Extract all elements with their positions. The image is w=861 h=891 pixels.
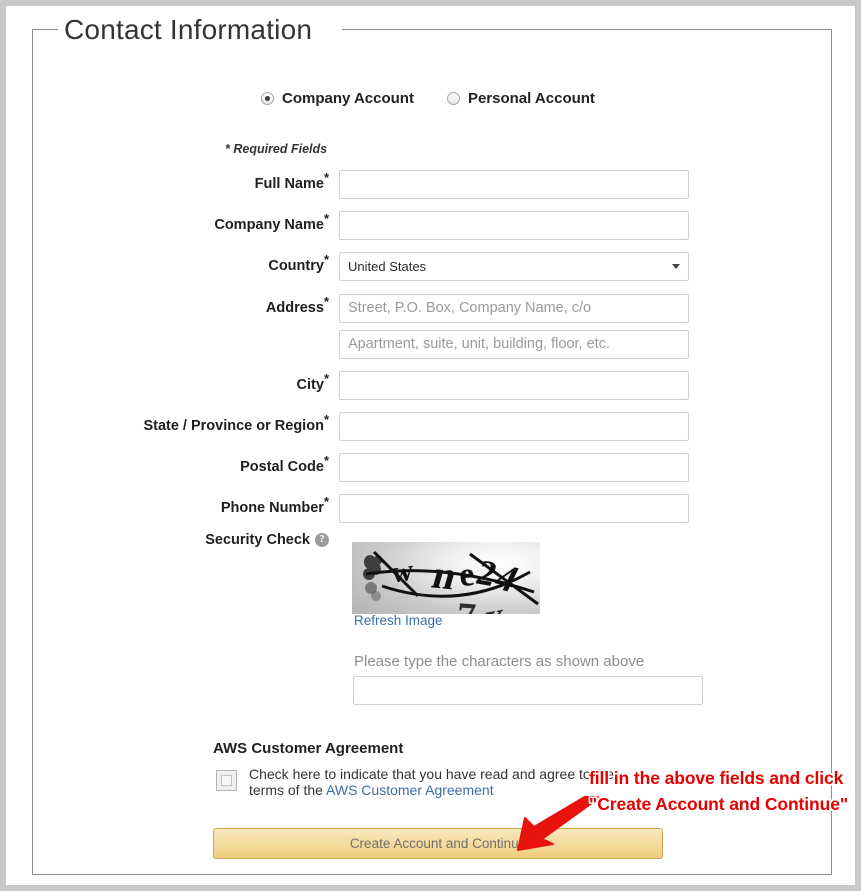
required-fields-note: * Required Fields [225, 142, 328, 156]
field-label-text: Address [265, 300, 324, 316]
field-label: Company Name* [6, 212, 339, 233]
security-check-label-text: Security Check [205, 532, 310, 548]
field-label-text: Phone Number [220, 500, 324, 516]
field-label: Country* [6, 253, 339, 274]
account-type-option-1[interactable]: Personal Account [446, 90, 595, 107]
field-input[interactable] [339, 293, 689, 323]
field-label: Address* [6, 295, 339, 316]
radio-button-icon[interactable] [446, 92, 460, 105]
field-input[interactable] [339, 411, 689, 441]
svg-text:7: 7 [455, 595, 477, 614]
captcha-distorted-text: w n e 2 4 7 x [363, 550, 539, 614]
form-row [6, 329, 706, 359]
form-row: City* [6, 370, 706, 400]
field-label-text: Full Name [254, 176, 324, 192]
account-type-label: Personal Account [467, 90, 595, 107]
field-input[interactable] [339, 370, 689, 400]
captcha-image: w n e 2 4 7 x [352, 542, 540, 614]
aws-customer-agreement-link[interactable]: AWS Customer Agreement [326, 782, 494, 798]
required-marker: * [323, 494, 329, 510]
field-label-text: Postal Code [240, 459, 324, 475]
svg-text:n: n [427, 552, 462, 598]
required-marker: * [323, 211, 329, 227]
field-input[interactable] [339, 169, 689, 199]
field-label: Full Name* [6, 171, 339, 192]
form-row: State / Province or Region* [6, 411, 706, 441]
required-marker: * [323, 412, 329, 428]
account-type-label: Company Account [282, 90, 414, 107]
page-title: Contact Information [64, 14, 313, 45]
field-label: State / Province or Region* [6, 413, 339, 434]
browser-window: Contact Information Company Account Perso… [0, 0, 861, 891]
form-row: Country* United States [6, 251, 706, 281]
form-row: Company Name* [6, 210, 706, 240]
field-input[interactable] [339, 329, 689, 359]
captcha-prompt: Please type the characters as shown abov… [354, 653, 645, 670]
captcha-input[interactable] [353, 676, 703, 705]
field-input[interactable] [339, 210, 689, 240]
radio-button-icon[interactable] [261, 92, 274, 105]
form-row: Phone Number* [6, 493, 706, 523]
country-select[interactable]: United States [339, 251, 689, 281]
field-label-text: City [296, 377, 324, 393]
form-row: Address* [6, 293, 706, 323]
field-input[interactable] [339, 493, 689, 523]
form-row: Postal Code* [6, 452, 706, 482]
field-label-text: Company Name [214, 217, 324, 233]
arrow-down-left-icon [517, 796, 600, 851]
country-select-wrapper: United States [339, 251, 689, 281]
field-label: Phone Number* [6, 495, 339, 516]
account-type-option-0[interactable]: Company Account [261, 90, 414, 107]
signup-page: Contact Information Company Account Perso… [6, 6, 855, 885]
security-check-label: Security Check ? [6, 532, 339, 548]
required-marker: * [323, 170, 329, 186]
refresh-captcha-link[interactable]: Refresh Image [354, 613, 443, 628]
required-marker: * [323, 252, 329, 268]
help-circle-icon[interactable]: ? [315, 533, 329, 547]
instruction-annotation: fill in the above fields and click "Crea… [589, 768, 849, 814]
agreement-checkbox[interactable] [216, 770, 237, 791]
agreement-title: AWS Customer Agreement [213, 740, 404, 757]
required-marker: * [323, 453, 329, 469]
field-label: Postal Code* [6, 454, 339, 475]
field-label: City* [6, 372, 339, 393]
form-row: Full Name* [6, 169, 706, 199]
required-marker: * [323, 294, 329, 310]
field-label-text: State / Province or Region [143, 418, 324, 434]
account-type-radio-group: Company Account Personal Account [261, 90, 595, 107]
field-label-text: Country [268, 258, 324, 274]
required-marker: * [323, 371, 329, 387]
field-input[interactable] [339, 452, 689, 482]
